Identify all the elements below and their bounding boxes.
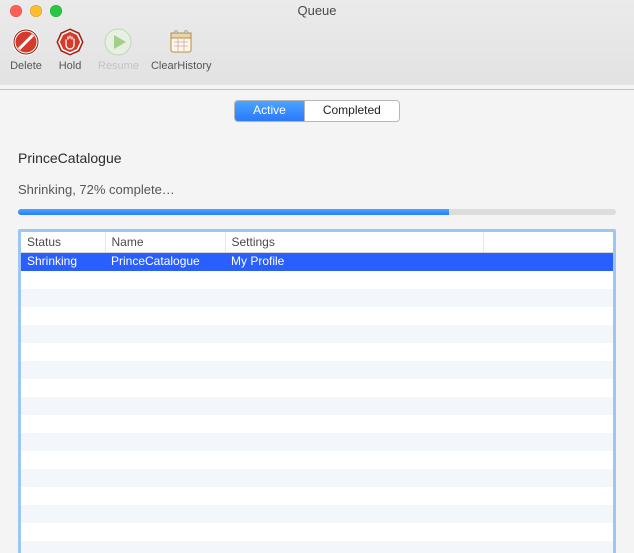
queue-table[interactable]: Status Name Settings ShrinkingPrinceCata…: [18, 229, 616, 553]
window-title: Queue: [297, 3, 336, 18]
cell-settings: My Profile: [225, 253, 483, 271]
table-row[interactable]: ShrinkingPrinceCatalogueMy Profile: [21, 253, 613, 271]
hold-button[interactable]: Hold: [54, 26, 86, 72]
window-controls: [0, 5, 62, 17]
table-row-empty: [21, 307, 613, 325]
table-header-row: Status Name Settings: [21, 232, 613, 253]
table-row-empty: [21, 325, 613, 343]
close-window-button[interactable]: [10, 5, 22, 17]
cell-spare: [483, 253, 613, 271]
header-name[interactable]: Name: [105, 232, 225, 253]
progress-bar: [18, 209, 449, 215]
stop-hand-icon: [54, 26, 86, 58]
header-status[interactable]: Status: [21, 232, 105, 253]
header-settings[interactable]: Settings: [225, 232, 483, 253]
table-row-empty: [21, 397, 613, 415]
play-icon: [102, 26, 134, 58]
hold-label: Hold: [59, 60, 82, 72]
content: Active Completed PrinceCatalogue Shrinki…: [0, 100, 634, 553]
minimize-window-button[interactable]: [30, 5, 42, 17]
resume-button[interactable]: Resume: [98, 26, 139, 72]
cell-status: Shrinking: [21, 253, 105, 271]
zoom-window-button[interactable]: [50, 5, 62, 17]
job-name: PrinceCatalogue: [18, 150, 616, 166]
table-row-empty: [21, 361, 613, 379]
header-spare[interactable]: [483, 232, 613, 253]
calendar-icon: [165, 26, 197, 58]
titlebar: Queue: [0, 0, 634, 22]
table-row-empty: [21, 487, 613, 505]
segmented-control: Active Completed: [234, 100, 400, 122]
table-row-empty: [21, 469, 613, 487]
cell-name: PrinceCatalogue: [105, 253, 225, 271]
tab-completed[interactable]: Completed: [304, 101, 399, 121]
resume-label: Resume: [98, 60, 139, 72]
table-row-empty: [21, 343, 613, 361]
table-row-empty: [21, 415, 613, 433]
clear-history-label: ClearHistory: [151, 60, 212, 72]
table-row-empty: [21, 505, 613, 523]
queue-window: Queue Delete Hold: [0, 0, 634, 553]
table-row-empty: [21, 379, 613, 397]
tab-active[interactable]: Active: [235, 101, 304, 121]
clear-history-button[interactable]: ClearHistory: [151, 26, 212, 72]
delete-button[interactable]: Delete: [10, 26, 42, 72]
progress-track: [18, 209, 616, 215]
table-row-empty: [21, 433, 613, 451]
tab-bar: Active Completed: [0, 100, 634, 122]
prohibit-icon: [10, 26, 42, 58]
job-panel: PrinceCatalogue Shrinking, 72% complete…: [18, 150, 616, 215]
delete-label: Delete: [10, 60, 42, 72]
table-row-empty: [21, 289, 613, 307]
table-row-empty: [21, 271, 613, 289]
table-row-empty: [21, 451, 613, 469]
toolbar: Delete Hold Resume: [0, 22, 634, 90]
table-row-empty: [21, 523, 613, 541]
job-status-text: Shrinking, 72% complete…: [18, 182, 616, 197]
table-row-empty: [21, 541, 613, 553]
